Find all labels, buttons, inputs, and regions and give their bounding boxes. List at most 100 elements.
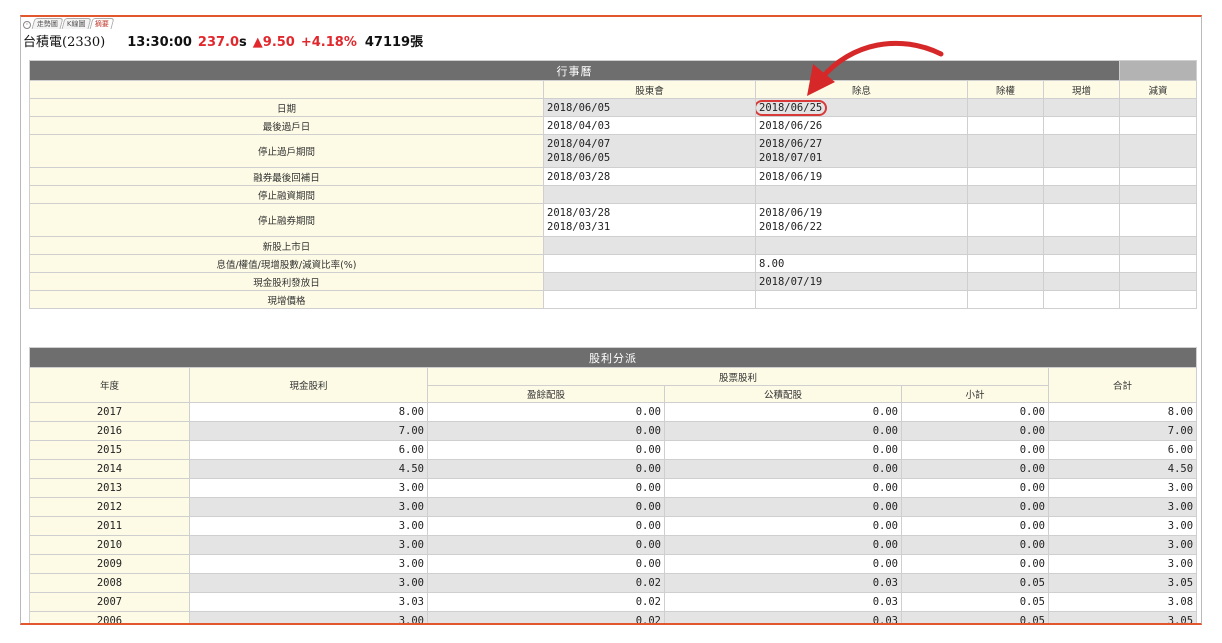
value-cell: 3.00 <box>189 497 428 517</box>
table-row: 2007 3.03 0.02 0.03 0.05 3.08 <box>29 592 1198 612</box>
calendar-cell: 2018/03/28 <box>543 167 756 186</box>
col-stock: 股票股利 <box>427 367 1049 386</box>
date-line: 2018/06/05 <box>547 152 611 164</box>
calendar-row: 停止融資期間 <box>29 185 1198 204</box>
value-cell: 0.00 <box>901 554 1049 574</box>
calendar-cell <box>1119 98 1198 117</box>
value-cell: 0.02 <box>427 592 665 612</box>
value-cell: 0.00 <box>901 478 1049 498</box>
calendar-cell <box>1119 236 1198 255</box>
home-icon[interactable]: ◦ <box>23 21 31 29</box>
value-cell: 0.03 <box>664 592 902 612</box>
row-label: 新股上市日 <box>29 236 544 255</box>
date-line: 2018/04/03 <box>547 119 611 132</box>
value-cell: 0.00 <box>427 440 665 460</box>
calendar-cell <box>967 290 1044 309</box>
col-retained: 盈餘配股 <box>427 385 665 403</box>
year-cell: 2016 <box>29 421 190 441</box>
value-cell: 3.00 <box>1047 497 1198 517</box>
date-line: 8.00 <box>759 257 785 270</box>
value-cell: 3.00 <box>189 535 428 555</box>
table-row: 2009 3.00 0.00 0.00 0.00 3.00 <box>29 554 1198 574</box>
calendar-row: 停止過戶期間 2018/04/07 2018/06/05 2018/06/27 2018… <box>29 134 1198 168</box>
quote-bar: 台積電(2330) 13:30:00 237.0 s ▲9.50 +4.18% 4… <box>23 31 423 50</box>
tab-kline[interactable]: K線圖 <box>61 18 92 29</box>
row-label: 日期 <box>29 98 544 117</box>
calendar-cell <box>967 254 1044 273</box>
calendar-cell <box>1042 272 1121 291</box>
value-cell: 0.00 <box>427 478 665 498</box>
date-line: 2018/04/07 <box>547 138 611 150</box>
value-cell: 3.03 <box>189 592 428 612</box>
value-cell: 8.00 <box>189 402 428 422</box>
year-cell: 2017 <box>29 402 190 422</box>
calendar-cell <box>543 185 756 204</box>
calendar-cell <box>1042 290 1121 309</box>
row-label: 停止過戶期間 <box>29 134 544 168</box>
value-cell: 0.05 <box>901 611 1049 623</box>
col-capital: 公積配股 <box>664 385 902 403</box>
calendar-cell: 2018/03/28 2018/03/31 <box>543 203 756 237</box>
year-cell: 2010 <box>29 535 190 555</box>
tab-label: 走勢圖 <box>36 20 58 28</box>
value-cell: 3.00 <box>1047 516 1198 536</box>
calendar-cell <box>967 98 1044 117</box>
calendar-cell <box>967 185 1044 204</box>
quote-time: 13:30:00 <box>127 35 192 50</box>
table-row: 2011 3.00 0.00 0.00 0.00 3.00 <box>29 516 1198 536</box>
tab-summary[interactable]: 摘要 <box>89 18 115 29</box>
calendar-cell: 2018/07/19 <box>755 272 968 291</box>
col-cash: 現金股利 <box>189 367 428 403</box>
value-cell: 0.00 <box>901 421 1049 441</box>
value-cell: 0.00 <box>901 459 1049 479</box>
calendar-cell <box>967 167 1044 186</box>
row-label: 停止融券期間 <box>29 203 544 237</box>
calendar-row: 融券最後回補日 2018/03/28 2018/06/19 <box>29 167 1198 186</box>
calendar-cell <box>1042 134 1121 168</box>
value-cell: 0.03 <box>664 611 902 623</box>
value-cell: 3.08 <box>1047 592 1198 612</box>
col-subtotal: 小計 <box>901 385 1049 403</box>
tab-label: K線圖 <box>66 20 86 28</box>
price-suffix: s <box>239 35 247 50</box>
value-cell: 0.00 <box>664 535 902 555</box>
dividend-table: 股利分派 年度 現金股利 股票股利 合計 盈餘配股 公積配股 小計 2017 8.… <box>28 347 1198 623</box>
value-cell: 0.00 <box>664 478 902 498</box>
calendar-cell <box>1119 167 1198 186</box>
calendar-cell <box>543 254 756 273</box>
value-cell: 3.00 <box>1047 478 1198 498</box>
value-cell: 3.05 <box>1047 611 1198 623</box>
date-line: 2018/06/22 <box>759 221 823 233</box>
app-frame: ◦ 走勢圖 K線圖 摘要 台積電(2330) 13:30:00 237.0 s ▲… <box>20 15 1202 625</box>
value-cell: 0.00 <box>901 497 1049 517</box>
year-cell: 2014 <box>29 459 190 479</box>
calendar-cell <box>1042 203 1121 237</box>
value-cell: 0.03 <box>664 573 902 593</box>
value-cell: 0.00 <box>664 516 902 536</box>
value-cell: 0.00 <box>427 421 665 441</box>
row-label: 息值/權值/現增股數/減資比率(%) <box>29 254 544 273</box>
calendar-cell <box>1042 254 1121 273</box>
calendar-row: 新股上市日 <box>29 236 1198 255</box>
col-header: 減資 <box>1119 80 1198 99</box>
tab-trend[interactable]: 走勢圖 <box>31 18 64 29</box>
table-row: 2013 3.00 0.00 0.00 0.00 3.00 <box>29 478 1198 498</box>
value-cell: 0.02 <box>427 573 665 593</box>
table-row: 2015 6.00 0.00 0.00 0.00 6.00 <box>29 440 1198 460</box>
col-header: 現增 <box>1042 80 1121 99</box>
dividend-title: 股利分派 <box>28 347 1198 368</box>
table-row: 2012 3.00 0.00 0.00 0.00 3.00 <box>29 497 1198 517</box>
calendar-cell: 2018/06/19 2018/06/22 <box>755 203 968 237</box>
value-cell: 7.00 <box>1047 421 1198 441</box>
calendar-row: 最後過戶日 2018/04/03 2018/06/26 <box>29 116 1198 135</box>
row-label: 最後過戶日 <box>29 116 544 135</box>
calendar-cell <box>1042 185 1121 204</box>
calendar-cell <box>967 203 1044 237</box>
year-cell: 2006 <box>29 611 190 623</box>
value-cell: 6.00 <box>1047 440 1198 460</box>
calendar-cell <box>967 236 1044 255</box>
quote-price: 237.0 <box>197 35 240 50</box>
col-total: 合計 <box>1047 367 1198 403</box>
value-cell: 0.00 <box>664 459 902 479</box>
year-cell: 2011 <box>29 516 190 536</box>
